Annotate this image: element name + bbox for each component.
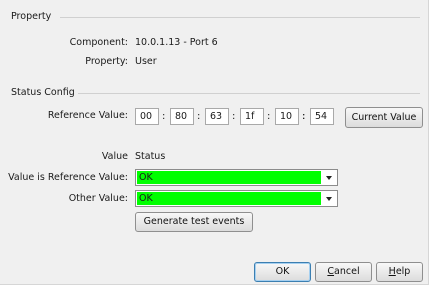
status-color-fill	[137, 171, 321, 184]
octet-separator: :	[197, 111, 201, 122]
octet-field-2[interactable]: 80	[170, 108, 194, 125]
cancel-label-rest: ancel	[334, 266, 360, 277]
help-label-rest: elp	[395, 266, 411, 277]
property-label: Property:	[85, 56, 128, 67]
octet-separator: :	[162, 111, 166, 122]
ok-button[interactable]: OK	[254, 262, 311, 282]
current-value-button[interactable]: Current Value	[345, 107, 423, 128]
row-label-reference: Value is Reference Value:	[8, 172, 128, 183]
component-value: 10.0.1.13 - Port 6	[135, 37, 218, 48]
status-config-divider	[78, 93, 420, 94]
octet-field-4[interactable]: 1f	[240, 108, 264, 125]
status-select-value: OK	[139, 193, 153, 204]
status-select-other[interactable]: OK	[135, 190, 338, 207]
octet-field-6[interactable]: 54	[310, 108, 334, 125]
property-section-title: Property	[11, 11, 52, 22]
status-select-value: OK	[139, 172, 153, 183]
value-header: Value	[101, 151, 128, 162]
octet-separator: :	[232, 111, 236, 122]
generate-test-events-button[interactable]: Generate test events	[135, 212, 253, 232]
cancel-button[interactable]: Cancel	[315, 262, 372, 282]
reference-value-label: Reference Value:	[47, 110, 128, 121]
property-value: User	[135, 56, 157, 67]
octet-field-5[interactable]: 10	[275, 108, 299, 125]
chevron-down-icon[interactable]	[321, 170, 337, 185]
status-color-fill	[137, 192, 321, 205]
octet-field-1[interactable]: 00	[135, 108, 159, 125]
chevron-down-icon[interactable]	[321, 191, 337, 206]
octet-field-3[interactable]: 63	[205, 108, 229, 125]
octet-separator: :	[267, 111, 271, 122]
row-label-other: Other Value:	[68, 193, 128, 204]
status-config-title: Status Config	[11, 87, 75, 98]
octet-separator: :	[302, 111, 306, 122]
help-mnemonic: H	[388, 266, 396, 277]
component-label: Component:	[69, 37, 128, 48]
status-header: Status	[135, 151, 166, 162]
status-select-reference[interactable]: OK	[135, 169, 338, 186]
help-button[interactable]: Help	[376, 262, 423, 282]
property-divider	[60, 17, 420, 18]
